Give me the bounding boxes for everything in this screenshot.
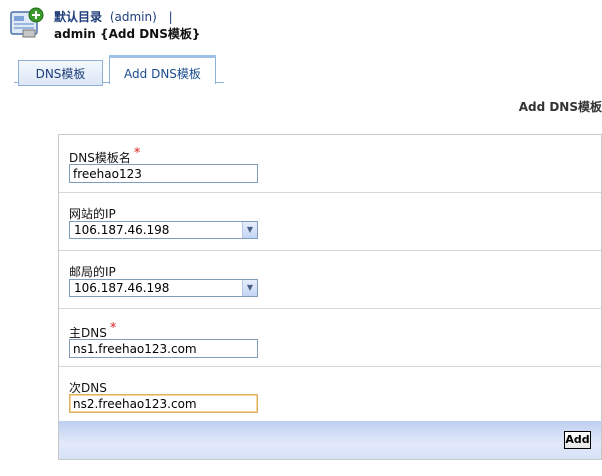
mail-ip-select[interactable]: 106.187.46.198 ▼	[69, 279, 258, 297]
user-label: (admin)	[109, 10, 157, 24]
section-heading: Add DNS模板	[518, 100, 602, 114]
tab-dns-template[interactable]: DNS模板	[18, 60, 103, 86]
template-name-row: DNS模板名 *	[59, 135, 601, 193]
tab-add-dns-template[interactable]: Add DNS模板	[109, 55, 216, 84]
mail-ip-row: 邮局的IP 106.187.46.198 ▼	[59, 251, 601, 309]
add-dns-form: DNS模板名* 网站的IP 106.187.46.198 ▼ 邮局的IP 106…	[58, 134, 602, 460]
chevron-down-icon[interactable]: ▼	[242, 280, 257, 296]
root-directory-label: 默认目录	[54, 10, 103, 24]
template-name-label: DNS模板名	[69, 151, 131, 165]
form-footer: Add	[59, 421, 601, 459]
site-ip-row: 网站的IP 106.187.46.198 ▼	[59, 193, 601, 251]
template-name-input[interactable]	[69, 164, 258, 183]
mail-ip-value: 106.187.46.198	[74, 281, 170, 295]
secondary-dns-input[interactable]	[69, 394, 258, 413]
header-title: 默认目录 (admin) |	[54, 8, 173, 25]
primary-dns-row: 主DNS *	[59, 309, 601, 367]
primary-dns-input[interactable]	[69, 339, 258, 358]
primary-dns-label: 主DNS	[69, 326, 107, 340]
required-mark: *	[109, 321, 117, 336]
mail-ip-label: 邮局的IP	[69, 265, 116, 279]
page-subtitle: admin {Add DNS模板}	[54, 27, 201, 41]
site-ip-value: 106.187.46.198	[74, 223, 170, 237]
site-ip-select[interactable]: 106.187.46.198 ▼	[69, 221, 258, 239]
chevron-down-icon[interactable]: ▼	[242, 222, 257, 238]
header-separator: |	[168, 10, 173, 24]
app-icon	[10, 7, 44, 38]
site-ip-label: 网站的IP	[69, 207, 116, 221]
required-mark: *	[133, 146, 141, 161]
add-button[interactable]: Add	[564, 431, 591, 449]
secondary-dns-row: 次DNS	[59, 367, 601, 421]
